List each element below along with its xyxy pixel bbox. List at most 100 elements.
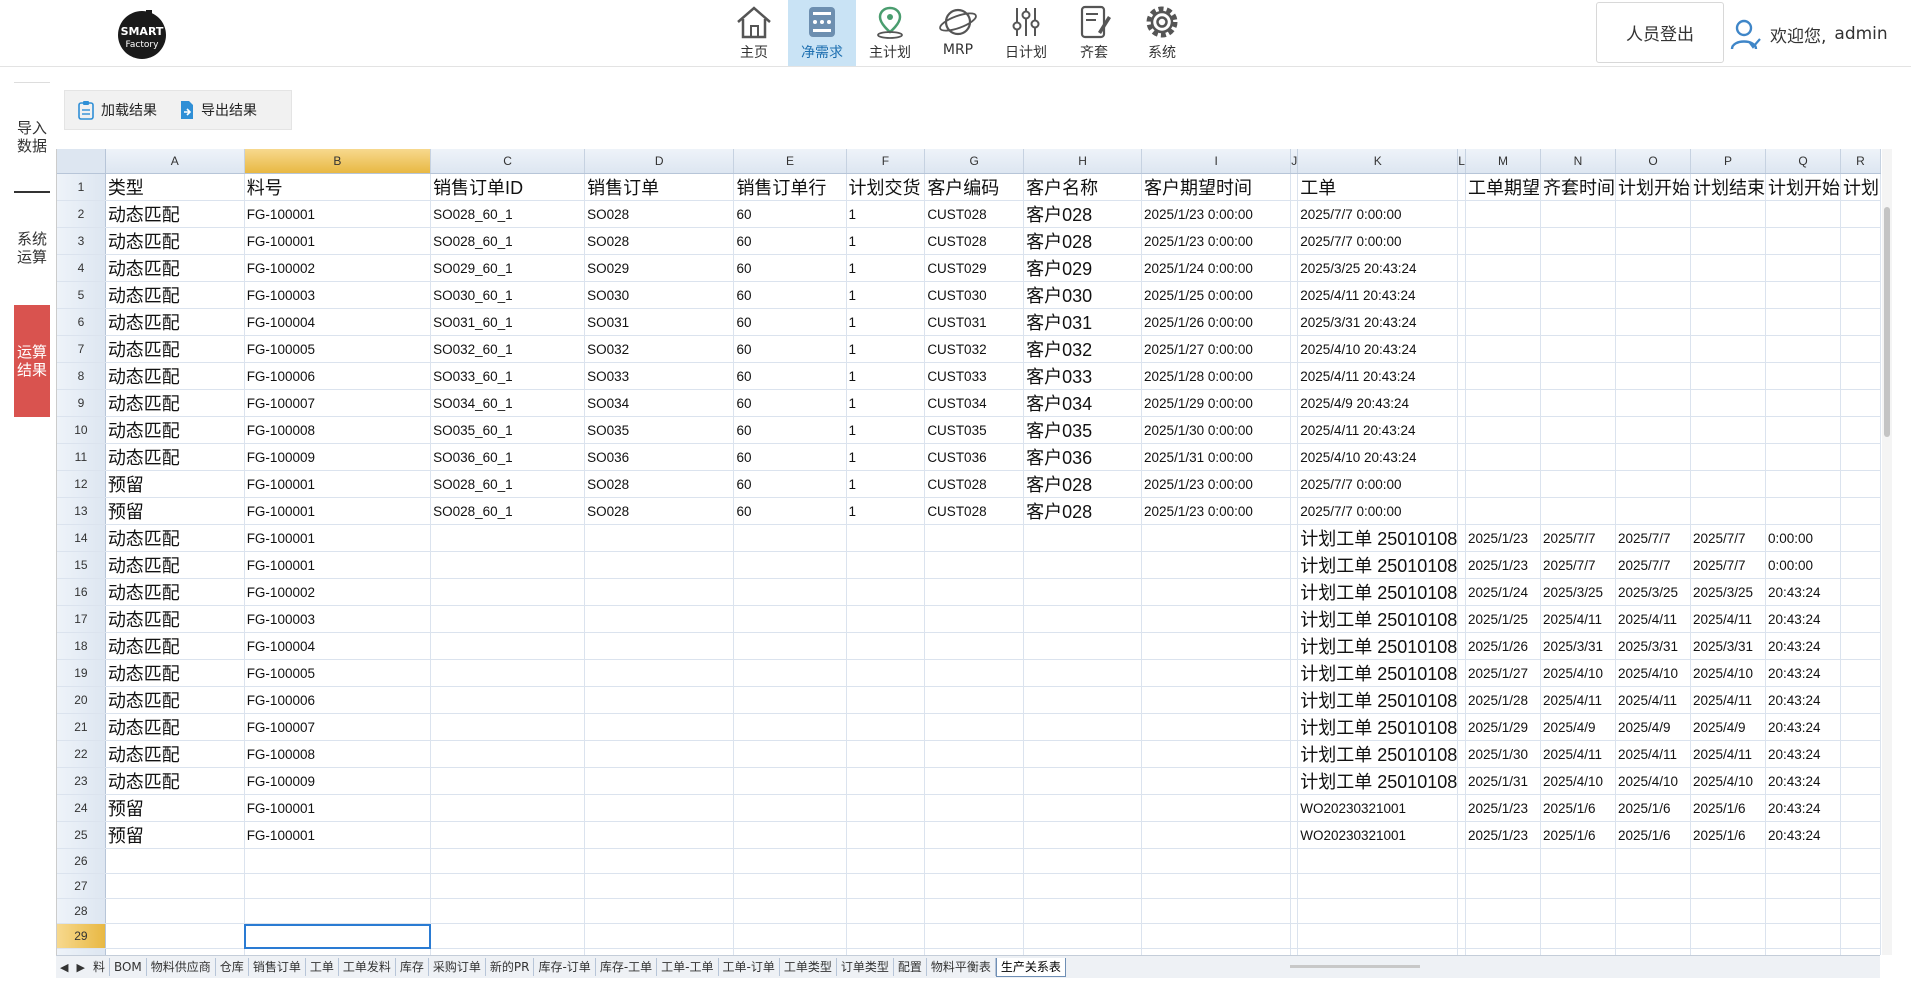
cell[interactable]: 2025/4/10 20:43:24: [1297, 443, 1459, 471]
nav-home[interactable]: 主页: [720, 0, 788, 66]
cell[interactable]: [1615, 848, 1691, 874]
cell[interactable]: [430, 740, 586, 768]
cell[interactable]: 料号: [244, 173, 432, 201]
row-header[interactable]: 7: [57, 335, 106, 363]
cell[interactable]: [924, 794, 1025, 822]
cell[interactable]: 2025/4/9 20:43:24: [1297, 389, 1459, 417]
column-header-n[interactable]: N: [1540, 149, 1616, 174]
cell[interactable]: SO028: [584, 470, 735, 498]
cell[interactable]: 计划工单 25010108: [1297, 713, 1459, 741]
nav-net-demand[interactable]: 净需求: [788, 0, 856, 66]
cell[interactable]: [733, 740, 847, 768]
cell[interactable]: [1465, 923, 1541, 949]
cell[interactable]: FG-100007: [244, 713, 432, 741]
cell[interactable]: 60: [733, 200, 847, 228]
cell[interactable]: [924, 578, 1025, 606]
select-all-corner[interactable]: [57, 149, 106, 174]
cell[interactable]: [584, 605, 735, 633]
cell[interactable]: 2025/1/6: [1615, 794, 1691, 822]
cell[interactable]: 动态匹配: [105, 254, 245, 282]
cell[interactable]: 计划工单 25010108: [1297, 524, 1459, 552]
cell[interactable]: 1: [846, 335, 926, 363]
cell[interactable]: [430, 873, 586, 899]
cell[interactable]: [584, 848, 735, 874]
cell[interactable]: [1023, 794, 1143, 822]
cell[interactable]: [1023, 605, 1143, 633]
cell[interactable]: [733, 551, 847, 579]
cell[interactable]: [1457, 821, 1466, 849]
row-header[interactable]: 12: [57, 470, 106, 498]
cell[interactable]: [733, 686, 847, 714]
cell[interactable]: [1023, 898, 1143, 924]
cell[interactable]: [1540, 443, 1616, 471]
cell[interactable]: 2025/1/31: [1465, 767, 1541, 795]
cell[interactable]: SO028: [584, 200, 735, 228]
cell[interactable]: [1141, 923, 1292, 949]
cell[interactable]: [1023, 632, 1143, 660]
cell[interactable]: 20:43:24: [1765, 740, 1841, 768]
cell[interactable]: 60: [733, 389, 847, 417]
cell[interactable]: [1141, 578, 1292, 606]
cell[interactable]: 0:00:00: [1765, 551, 1841, 579]
cell[interactable]: [1690, 389, 1766, 417]
cell[interactable]: [1023, 821, 1143, 849]
cell[interactable]: 20:43:24: [1765, 605, 1841, 633]
cell[interactable]: [846, 632, 926, 660]
sheet-tab[interactable]: 工单-订单: [719, 958, 780, 976]
cell[interactable]: [1290, 686, 1299, 714]
row-header[interactable]: 17: [57, 605, 106, 633]
cell[interactable]: [1540, 898, 1616, 924]
cell[interactable]: 2025/4/11: [1615, 605, 1691, 633]
cell[interactable]: [1465, 898, 1541, 924]
cell[interactable]: 2025/4/11 20:43:24: [1297, 362, 1459, 390]
row-header[interactable]: 14: [57, 524, 106, 552]
cell[interactable]: [1615, 335, 1691, 363]
cell[interactable]: [1840, 794, 1881, 822]
cell[interactable]: 60: [733, 416, 847, 444]
cell[interactable]: 60: [733, 308, 847, 336]
cell[interactable]: 2025/1/25 0:00:00: [1141, 281, 1292, 309]
cell[interactable]: [846, 740, 926, 768]
row-header[interactable]: 23: [57, 767, 106, 795]
cell[interactable]: [1457, 713, 1466, 741]
cell[interactable]: 动态匹配: [105, 578, 245, 606]
cell[interactable]: [1615, 227, 1691, 255]
cell[interactable]: [1690, 200, 1766, 228]
cell[interactable]: 2025/4/11 20:43:24: [1297, 281, 1459, 309]
cell[interactable]: 2025/1/28: [1465, 686, 1541, 714]
cell[interactable]: 2025/3/31: [1690, 632, 1766, 660]
cell[interactable]: [1290, 659, 1299, 687]
cell[interactable]: [1290, 740, 1299, 768]
column-header-f[interactable]: F: [846, 149, 926, 174]
cell[interactable]: SO034_60_1: [430, 389, 586, 417]
column-header-r[interactable]: R: [1840, 149, 1881, 174]
cell[interactable]: [1690, 470, 1766, 498]
cell[interactable]: FG-100005: [244, 335, 432, 363]
cell[interactable]: [733, 923, 847, 949]
cell[interactable]: 2025/4/11: [1540, 605, 1616, 633]
cell[interactable]: [846, 923, 926, 949]
cell[interactable]: 1: [846, 308, 926, 336]
cell[interactable]: [1457, 767, 1466, 795]
cell[interactable]: [1290, 873, 1299, 899]
cell[interactable]: 客户036: [1023, 443, 1143, 471]
column-header-q[interactable]: Q: [1765, 149, 1841, 174]
sheet-tab[interactable]: 料: [89, 958, 110, 976]
cell[interactable]: [1141, 632, 1292, 660]
cell[interactable]: [733, 794, 847, 822]
row-header[interactable]: 5: [57, 281, 106, 309]
cell[interactable]: 2025/4/11: [1540, 740, 1616, 768]
cell[interactable]: [1615, 443, 1691, 471]
cell[interactable]: [1141, 659, 1292, 687]
cell[interactable]: [1297, 848, 1459, 874]
cell[interactable]: 1: [846, 281, 926, 309]
cell[interactable]: [1457, 898, 1466, 924]
cell[interactable]: CUST028: [924, 227, 1025, 255]
cell[interactable]: [1615, 416, 1691, 444]
cell[interactable]: [584, 659, 735, 687]
cell[interactable]: [1840, 524, 1881, 552]
cell[interactable]: [430, 898, 586, 924]
column-header-i[interactable]: I: [1141, 149, 1292, 174]
cell[interactable]: [924, 923, 1025, 949]
cell[interactable]: [1465, 281, 1541, 309]
